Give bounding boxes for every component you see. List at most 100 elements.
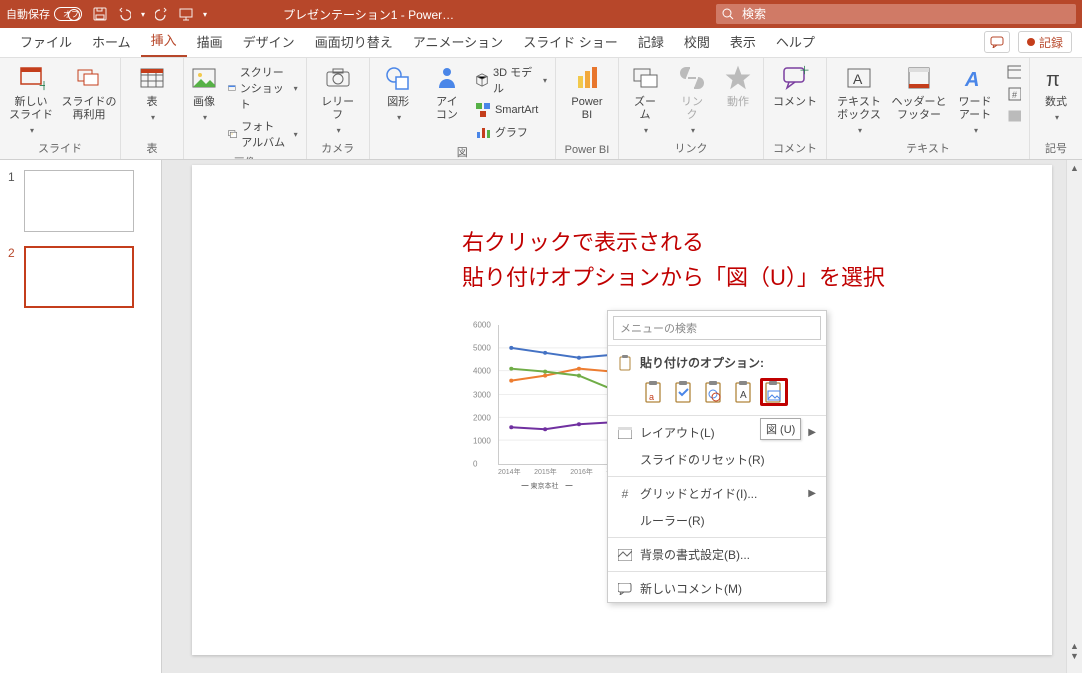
powerbi-button[interactable]: Power BI: [562, 62, 612, 122]
icons-button[interactable]: アイ コン: [429, 62, 465, 122]
cube-icon: [475, 72, 489, 88]
paste-embed[interactable]: [700, 378, 728, 406]
tab-design[interactable]: デザイン: [233, 26, 305, 57]
thumbnail-1[interactable]: 1: [8, 170, 151, 232]
format-bg-icon: [618, 549, 632, 561]
group-camera: レリー フ▾ カメラ: [307, 58, 370, 159]
svg-text:A: A: [853, 71, 863, 87]
annotation-text: 右クリックで表示される 貼り付けオプションから「図（U）」を選択: [462, 225, 885, 295]
chart-button[interactable]: グラフ: [473, 122, 549, 142]
svg-text:#: #: [1012, 90, 1017, 100]
paste-use-destination-theme[interactable]: a: [640, 378, 668, 406]
tab-draw[interactable]: 描画: [187, 26, 233, 57]
context-menu: メニューの検索 貼り付けのオプション: a A: [607, 310, 827, 603]
search-box[interactable]: [716, 4, 1076, 24]
smartart-button[interactable]: SmartArt: [473, 100, 549, 120]
tab-insert[interactable]: 挿入: [141, 24, 187, 57]
tab-record[interactable]: 記録: [628, 26, 674, 57]
vertical-scrollbar[interactable]: ▲ ▲ ▼: [1066, 160, 1082, 673]
new-comment-button[interactable]: ＋ コメント: [770, 62, 820, 109]
menu-reset-slide[interactable]: スライドのリセット(R): [608, 446, 826, 473]
slideshow-icon[interactable]: [179, 7, 193, 21]
date-time-button[interactable]: [1005, 62, 1023, 82]
slide-number-button[interactable]: #: [1005, 84, 1023, 104]
thumbnail-pane[interactable]: 1 2: [0, 160, 162, 673]
svg-text:A: A: [740, 390, 747, 401]
tab-transitions[interactable]: 画面切り替え: [305, 26, 403, 57]
undo-dropdown-caret[interactable]: ▾: [141, 10, 145, 19]
shapes-button[interactable]: 図形▾: [376, 62, 421, 123]
wordart-button[interactable]: A ワード アート▾: [953, 62, 997, 136]
embedded-chart[interactable]: グ 6000 5000 4000 3000 2000 1000 0: [472, 310, 622, 490]
submenu-arrow-icon: ▶: [808, 488, 816, 499]
equation-icon: π: [1042, 64, 1070, 92]
menu-search[interactable]: メニューの検索: [613, 316, 821, 340]
reuse-slides-icon: [75, 64, 103, 92]
pictures-button[interactable]: 画像▾: [190, 62, 218, 123]
zoom-button[interactable]: ズー ム▾: [625, 62, 665, 136]
tab-file[interactable]: ファイル: [10, 26, 82, 57]
scroll-track[interactable]: [1067, 176, 1082, 625]
3d-models-button[interactable]: 3D モデル▾: [473, 62, 549, 98]
tab-home[interactable]: ホーム: [82, 26, 141, 57]
scroll-up-button[interactable]: ▲: [1067, 160, 1082, 176]
record-button[interactable]: 記録: [1018, 31, 1072, 53]
tab-help[interactable]: ヘルプ: [766, 26, 825, 57]
header-footer-button[interactable]: ヘッダーと フッター: [893, 62, 945, 122]
svg-text:a: a: [649, 392, 654, 402]
undo-icon[interactable]: [117, 7, 131, 21]
group-label-symbols: 記号: [1036, 138, 1076, 159]
save-icon[interactable]: [93, 7, 107, 21]
comments-pane-button[interactable]: [984, 31, 1010, 53]
new-slide-button[interactable]: ＋ 新しい スライド▾: [6, 62, 56, 136]
thumbnail-2[interactable]: 2: [8, 246, 151, 308]
qat-more-caret[interactable]: ▾: [203, 10, 207, 19]
record-button-label: 記録: [1039, 34, 1063, 51]
action-icon: [724, 64, 752, 92]
slide-canvas[interactable]: 右クリックで表示される 貼り付けオプションから「図（U）」を選択 ↓ グ 600…: [192, 165, 1052, 655]
menu-new-comment[interactable]: 新しいコメント(M): [608, 575, 826, 602]
equation-button[interactable]: π 数式▾: [1036, 62, 1076, 123]
menu-format-background[interactable]: 背景の書式設定(B)...: [608, 541, 826, 568]
workspace: 1 2 右クリックで表示される 貼り付けオプションから「図（U）」を選択 ↓ グ…: [0, 160, 1082, 673]
paste-as-picture[interactable]: [760, 378, 788, 406]
table-button[interactable]: 表▾: [127, 62, 177, 123]
search-input[interactable]: [740, 6, 1070, 22]
chart-plot: 6000 5000 4000 3000 2000 1000 0: [498, 325, 622, 465]
slide-edit-area[interactable]: 右クリックで表示される 貼り付けオプションから「図（U）」を選択 ↓ グ 600…: [162, 160, 1082, 673]
record-dot-icon: [1027, 38, 1035, 46]
autosave-label: 自動保存: [6, 6, 50, 22]
reuse-slides-button[interactable]: スライドの 再利用: [64, 62, 114, 122]
wordart-icon: A: [961, 64, 989, 92]
paste-picture-tooltip: 図 (U): [760, 418, 801, 440]
menu-ruler[interactable]: ルーラー(R): [608, 507, 826, 534]
autosave-toggle[interactable]: 自動保存 オフ: [6, 6, 79, 22]
tab-view[interactable]: 表示: [720, 26, 766, 57]
textbox-button[interactable]: A テキスト ボックス▾: [833, 62, 885, 136]
photo-album-button[interactable]: フォト アルバム▾: [226, 116, 300, 152]
paste-keep-source-formatting[interactable]: [670, 378, 698, 406]
paste-options-label: 貼り付けのオプション:: [640, 354, 816, 371]
cameo-button[interactable]: レリー フ▾: [313, 62, 363, 136]
tab-animations[interactable]: アニメーション: [403, 26, 513, 57]
layout-icon: [618, 427, 632, 439]
ribbon: ＋ 新しい スライド▾ スライドの 再利用 スライド 表▾ 表 画像▾: [0, 58, 1082, 160]
comment-icon: [990, 36, 1004, 48]
paste-keep-text-only[interactable]: A: [730, 378, 758, 406]
tab-slideshow[interactable]: スライド ショー: [513, 26, 628, 57]
clipboard-icon: [618, 355, 632, 371]
tab-review[interactable]: 校閲: [674, 26, 720, 57]
textbox-icon: A: [845, 64, 873, 92]
number-icon: #: [1007, 86, 1021, 102]
group-label-powerbi: Power BI: [562, 142, 612, 159]
thumbnail-number: 1: [8, 170, 18, 232]
menu-grid-guides[interactable]: # グリッドとガイド(I)... ▶: [608, 480, 826, 507]
redo-icon[interactable]: [155, 7, 169, 21]
scroll-nav-buttons[interactable]: ▲ ▼: [1067, 641, 1082, 673]
powerbi-icon: [573, 64, 601, 92]
screenshot-button[interactable]: スクリーンショット▾: [226, 62, 300, 114]
comment-icon: [618, 583, 632, 595]
svg-text:＋: ＋: [38, 79, 45, 92]
ribbon-tabs: ファイル ホーム 挿入 描画 デザイン 画面切り替え アニメーション スライド …: [0, 28, 1082, 58]
paste-options-header: 貼り付けのオプション:: [608, 349, 826, 376]
